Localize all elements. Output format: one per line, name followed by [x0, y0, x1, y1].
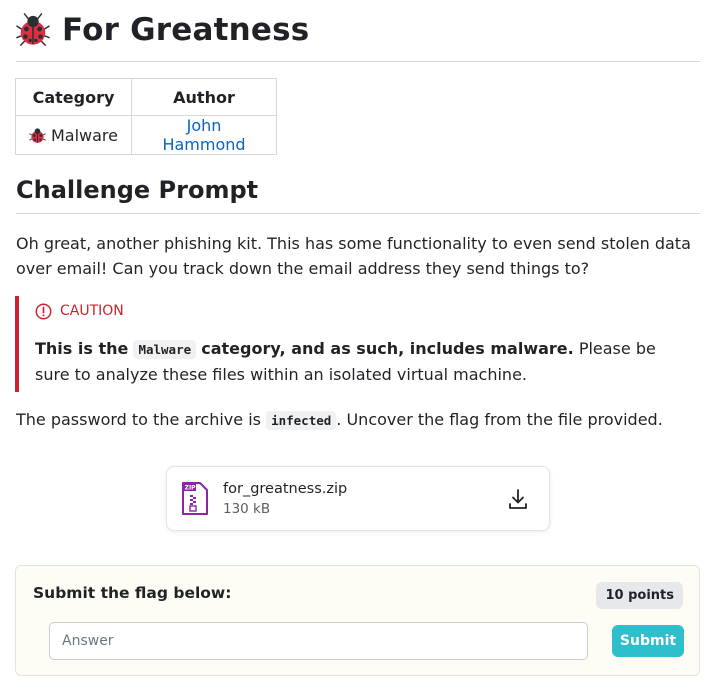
flag-submission-box: Submit the flag below: 10 points Submit: [15, 565, 700, 676]
file-name: for_greatness.zip: [223, 481, 348, 497]
password-suffix: . Uncover the flag from the file provide…: [336, 410, 663, 429]
submit-label: Submit the flag below:: [33, 584, 232, 602]
password-prefix: The password to the archive is: [16, 410, 261, 429]
caution-label: CAUTION: [60, 303, 124, 319]
author-link[interactable]: John Hammond: [162, 116, 245, 154]
challenge-prompt-text: Oh great, another phishing kit. This has…: [16, 234, 691, 278]
svg-text:ZIP: ZIP: [185, 484, 197, 491]
ladybug-icon: [29, 127, 46, 143]
info-table-row: Malware John Hammond: [15, 115, 277, 155]
info-table: Category Author Malware John Hammond: [15, 78, 277, 155]
author-header: Author: [131, 78, 277, 116]
section-divider: [16, 213, 700, 214]
malware-code: Malware: [133, 340, 197, 359]
page-header: For Greatness: [16, 12, 309, 48]
password-code: infected: [266, 411, 337, 430]
category-value: Malware: [50, 125, 118, 145]
caution-bold-prefix: This is the: [35, 339, 129, 358]
caution-header: CAUTION: [35, 300, 695, 322]
caution-callout: CAUTION This is the Malware category, an…: [15, 296, 695, 392]
page-title: For Greatness: [62, 12, 310, 48]
author-cell: John Hammond: [131, 115, 277, 155]
title-divider: [16, 61, 700, 62]
zip-file-icon: ZIP: [182, 482, 208, 515]
alert-circle-icon: [35, 303, 52, 319]
category-cell: Malware: [15, 115, 132, 155]
category-header: Category: [15, 78, 132, 116]
file-size: 130 kB: [223, 501, 271, 517]
caution-bold-suffix: category, and as such, includes malware.: [201, 339, 574, 358]
answer-input[interactable]: [49, 622, 588, 660]
section-heading: Challenge Prompt: [16, 176, 259, 204]
ladybug-icon: [16, 13, 50, 46]
info-table-header-row: Category Author: [15, 78, 277, 116]
download-icon[interactable]: [507, 488, 529, 510]
submit-button[interactable]: Submit: [612, 625, 684, 657]
caution-body: This is the Malware category, and as suc…: [35, 336, 695, 387]
file-attachment-card[interactable]: ZIP for_greatness.zip 130 kB: [166, 466, 550, 531]
password-line: The password to the archive is infected.…: [16, 407, 663, 433]
points-badge: 10 points: [596, 582, 683, 609]
